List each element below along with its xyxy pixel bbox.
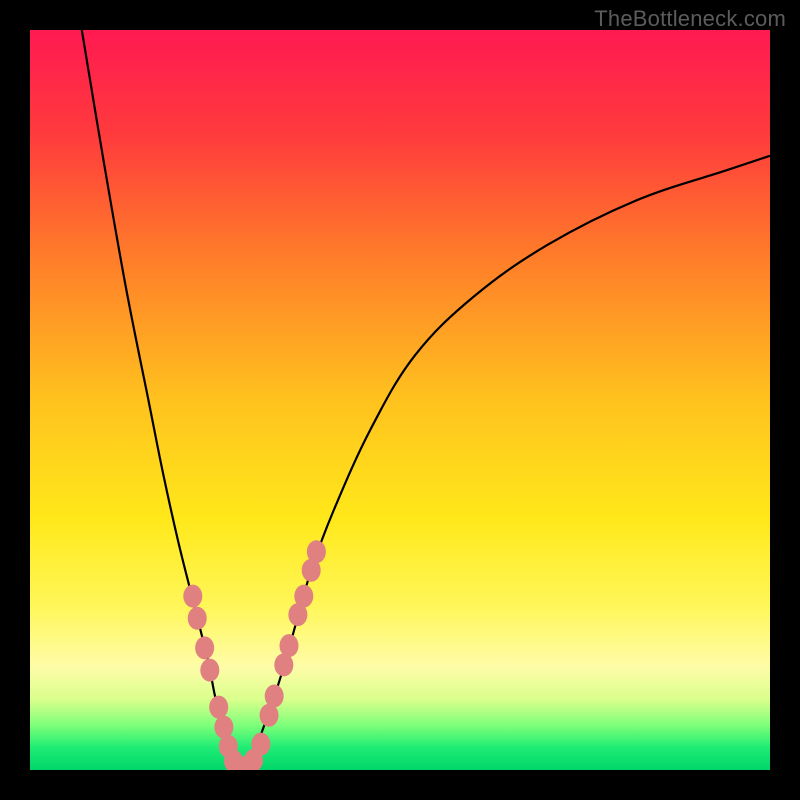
marker-dot (209, 696, 228, 719)
marker-dot (294, 585, 313, 608)
chart-svg (30, 30, 770, 770)
marker-dot (251, 733, 270, 756)
watermark-label: TheBottleneck.com (594, 6, 786, 32)
marker-dot (307, 540, 326, 563)
marker-dot (188, 607, 207, 630)
chart-frame: TheBottleneck.com (0, 0, 800, 800)
marker-dot (200, 659, 219, 682)
marker-dot (265, 685, 284, 708)
gradient-background (30, 30, 770, 770)
marker-dot (195, 636, 214, 659)
marker-dot (214, 716, 233, 739)
marker-dot (280, 634, 299, 657)
marker-dot (183, 585, 202, 608)
chart-plot-area (30, 30, 770, 770)
